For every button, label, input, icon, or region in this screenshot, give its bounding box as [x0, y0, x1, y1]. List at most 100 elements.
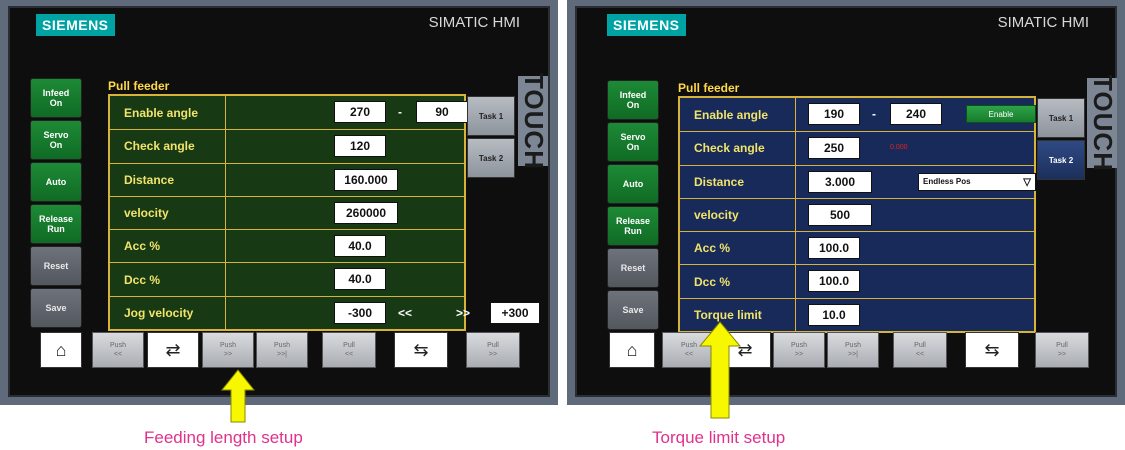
label-dcc: Dcc %	[680, 265, 796, 298]
push-end-button[interactable]: Push >>|	[256, 332, 308, 368]
row-enable-angle: Enable angle 270 - 90	[110, 96, 468, 130]
row-dcc: Dcc % 40.0	[110, 262, 464, 296]
release-run-button[interactable]: Release Run	[30, 204, 82, 244]
distance-field[interactable]: 160.000	[334, 168, 398, 191]
pull-forward-button[interactable]: Pull >>	[1035, 332, 1089, 368]
auto-button[interactable]: Auto	[607, 164, 659, 204]
row-velocity: velocity 500	[680, 197, 1034, 232]
infeed-on-button[interactable]: Infeed On	[30, 78, 82, 118]
release-run-button[interactable]: Release Run	[607, 206, 659, 246]
check-angle-readout: 0.000	[890, 144, 908, 152]
hmi-panel-left: SIEMENS SIMATIC HMI TOUCH Pull feeder In…	[0, 0, 558, 405]
servo-on-button[interactable]: Servo On	[607, 122, 659, 162]
arrow-up-icon	[220, 369, 256, 423]
velocity-field[interactable]: 500	[808, 203, 872, 226]
push-end-button[interactable]: Push >>|	[827, 332, 879, 368]
jog-velocity-minus-field[interactable]: -300	[334, 301, 386, 324]
save-button[interactable]: Save	[607, 290, 659, 330]
torque-limit-field[interactable]: 10.0	[808, 303, 860, 326]
reset-button[interactable]: Reset	[30, 246, 82, 286]
infeed-on-button[interactable]: Infeed On	[607, 80, 659, 120]
task-1-button[interactable]: Task 1	[1037, 98, 1085, 138]
label-velocity: velocity	[680, 198, 796, 232]
check-angle-field[interactable]: 250	[808, 137, 860, 160]
label-jog-velocity: Jog velocity	[110, 296, 226, 330]
task-2-button[interactable]: Task 2	[1037, 140, 1085, 180]
enable-angle-end-field[interactable]: 90	[416, 101, 468, 123]
task-1-button[interactable]: Task 1	[467, 96, 515, 136]
enable-angle-end-field[interactable]: 240	[890, 103, 942, 125]
hmi-title: SIMATIC HMI	[997, 14, 1089, 31]
row-acc: Acc % 100.0	[680, 231, 1034, 265]
pull-back-button[interactable]: Pull <<	[322, 332, 376, 368]
parameter-table: Enable angle 270 - 90 Check angle 120 Di…	[108, 94, 540, 332]
home-button[interactable]: ⌂	[40, 332, 82, 368]
caption-torque-limit: Torque limit setup	[652, 428, 786, 447]
pull-feeder-button[interactable]: ⇆	[965, 332, 1019, 368]
velocity-field[interactable]: 260000	[334, 201, 398, 224]
task-2-button[interactable]: Task 2	[467, 138, 515, 178]
servo-on-button[interactable]: Servo On	[30, 120, 82, 160]
touch-label: TOUCH	[1087, 74, 1118, 172]
panel-title: Pull feeder	[678, 81, 740, 95]
check-angle-field[interactable]: 120	[334, 135, 386, 158]
dcc-field[interactable]: 40.0	[334, 268, 386, 291]
dcc-field[interactable]: 100.0	[808, 270, 860, 293]
row-distance: Distance 160.000	[110, 162, 464, 196]
reset-button[interactable]: Reset	[607, 248, 659, 288]
push-forward-button[interactable]: Push >>	[202, 332, 254, 368]
caption-feeding-length: Feeding length setup	[144, 428, 303, 447]
chevron-down-icon: ▽	[1023, 176, 1031, 188]
distance-field[interactable]: 3.000	[808, 170, 872, 193]
push-forward-button[interactable]: Push >>	[773, 332, 825, 368]
label-check-angle: Check angle	[680, 132, 796, 165]
feeder-button[interactable]: ⇄	[147, 332, 199, 368]
pull-feeder-icon: ⇆	[984, 339, 1000, 360]
save-button[interactable]: Save	[30, 288, 82, 328]
jog-velocity-plus-field[interactable]: +300	[490, 301, 540, 324]
row-acc: Acc % 40.0	[110, 229, 464, 263]
label-distance: Distance	[110, 163, 226, 196]
range-separator: -	[398, 105, 402, 119]
distance-mode-value: Endless Pos	[923, 177, 971, 187]
siemens-logo: SIEMENS	[607, 14, 686, 36]
auto-button[interactable]: Auto	[30, 162, 82, 202]
row-check-angle: Check angle 250 0.000	[680, 131, 1034, 165]
pull-forward-button[interactable]: Pull >>	[466, 332, 520, 368]
pull-feeder-icon: ⇆	[413, 339, 429, 360]
row-jog-velocity: Jog velocity -300 << >> +300	[110, 295, 540, 330]
label-acc: Acc %	[110, 230, 226, 263]
label-distance: Distance	[680, 165, 796, 198]
label-check-angle: Check angle	[110, 130, 226, 163]
touch-label: TOUCH	[518, 72, 549, 170]
jog-forward-button[interactable]: >>	[456, 306, 470, 320]
siemens-logo: SIEMENS	[36, 14, 115, 36]
label-enable-angle: Enable angle	[680, 98, 796, 132]
parameter-table: Enable angle 190 - 240 Enable Check angl…	[678, 96, 1036, 334]
row-enable-angle: Enable angle 190 - 240 Enable	[680, 98, 1036, 132]
pull-feeder-button[interactable]: ⇆	[394, 332, 448, 368]
label-dcc: Dcc %	[110, 263, 226, 296]
distance-mode-select[interactable]: Endless Pos ▽	[918, 172, 1036, 191]
label-velocity: velocity	[110, 196, 226, 230]
label-enable-angle: Enable angle	[110, 96, 226, 130]
row-velocity: velocity 260000	[110, 195, 464, 230]
arrow-up-icon	[698, 321, 742, 419]
hmi-panel-right: SIEMENS SIMATIC HMI TOUCH Pull feeder In…	[567, 0, 1125, 405]
acc-field[interactable]: 40.0	[334, 235, 386, 258]
pull-back-button[interactable]: Pull <<	[893, 332, 947, 368]
home-icon: ⌂	[55, 339, 67, 360]
acc-field[interactable]: 100.0	[808, 237, 860, 260]
feeder-icon: ⇄	[165, 339, 181, 360]
home-icon: ⌂	[626, 339, 638, 360]
enable-angle-start-field[interactable]: 270	[334, 101, 386, 123]
enable-angle-start-field[interactable]: 190	[808, 103, 860, 125]
push-back-button[interactable]: Push <<	[92, 332, 144, 368]
panel-title: Pull feeder	[108, 79, 170, 93]
row-distance: Distance 3.000 Endless Pos ▽	[680, 164, 1036, 198]
range-separator: -	[872, 107, 876, 121]
label-acc: Acc %	[680, 232, 796, 265]
enable-button[interactable]: Enable	[966, 105, 1036, 123]
jog-backward-button[interactable]: <<	[398, 306, 412, 320]
home-button[interactable]: ⌂	[609, 332, 655, 368]
